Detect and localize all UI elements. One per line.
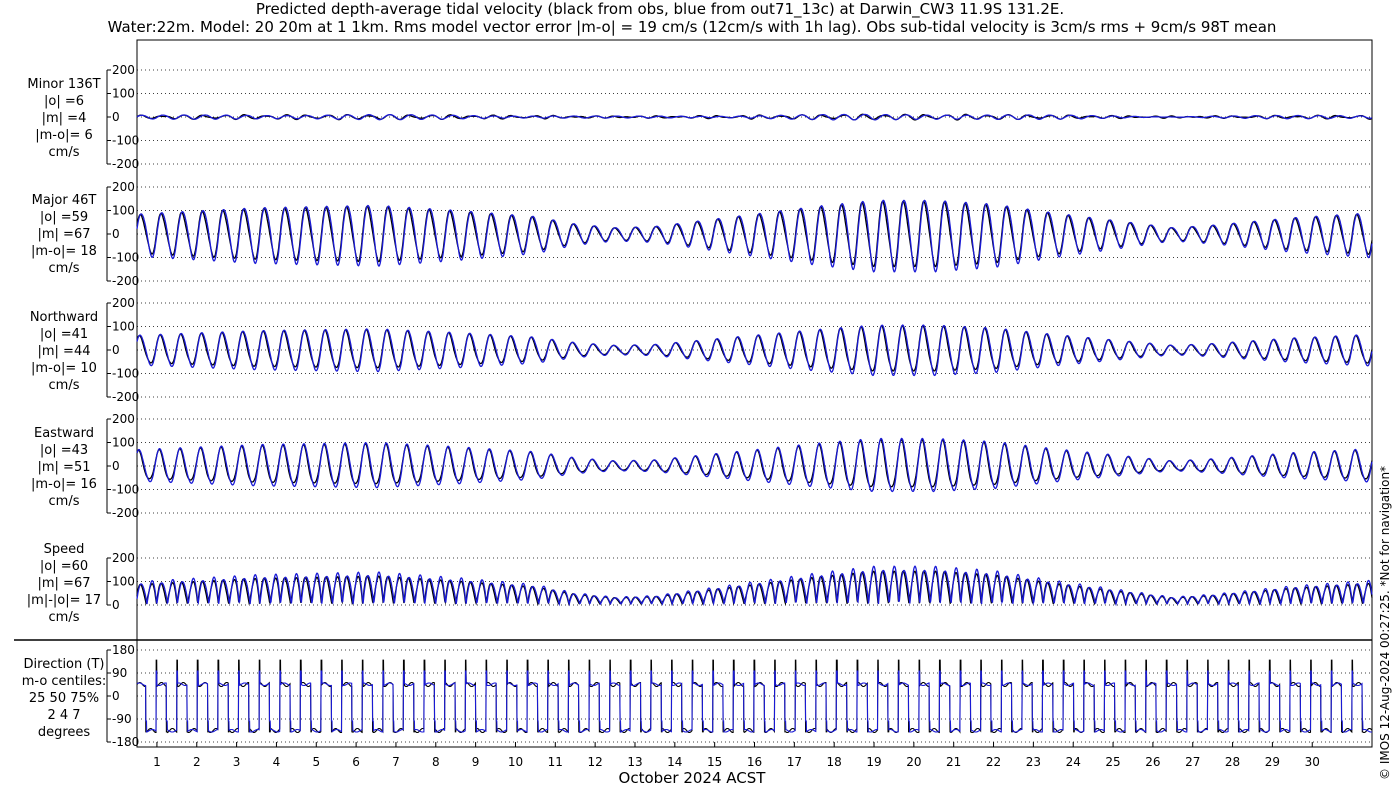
y-tick-label: -180	[112, 735, 139, 749]
x-tick-label: 23	[1026, 755, 1041, 769]
panel-2-label-line-5: cm/s	[49, 261, 80, 276]
model-series-line	[136, 324, 1373, 377]
panel-4-label-line-4: |m-o|= 16	[31, 477, 97, 492]
y-tick-label: 0	[112, 343, 120, 357]
y-tick-label: 200	[112, 412, 135, 426]
y-tick-label: -100	[112, 483, 139, 497]
y-tick-label: 100	[112, 204, 135, 218]
y-tick-label: 100	[112, 436, 135, 450]
y-tick-label: 200	[112, 296, 135, 310]
x-tick-label: 1	[153, 755, 161, 769]
y-tick-label: -200	[112, 390, 139, 404]
y-tick-label: -200	[112, 274, 139, 288]
panel-2-label-line-4: |m-o|= 18	[31, 244, 97, 259]
x-tick-label: 20	[906, 755, 921, 769]
x-tick-label: 11	[548, 755, 563, 769]
y-tick-label: 180	[112, 643, 135, 657]
y-tick-label: 0	[112, 110, 120, 124]
y-tick-label: 200	[112, 551, 135, 565]
panel-1-label-line-4: |m-o|= 6	[35, 128, 93, 143]
x-tick-label: 7	[392, 755, 400, 769]
model-speed-line	[136, 565, 1373, 607]
x-tick-label: 30	[1305, 755, 1320, 769]
x-tick-label: 10	[508, 755, 523, 769]
y-tick-label: -100	[112, 367, 139, 381]
panel-6-label-line-1: Direction (T)	[24, 657, 105, 672]
y-tick-label: -200	[112, 506, 139, 520]
x-tick-label: 28	[1225, 755, 1240, 769]
panel-6-label-line-2: m-o centiles:	[22, 674, 107, 689]
x-tick-label: 17	[787, 755, 802, 769]
panel-3-label-line-4: |m-o|= 10	[31, 361, 97, 376]
model-series-line	[136, 437, 1373, 493]
y-tick-label: 100	[112, 87, 135, 101]
panel-1-label-line-5: cm/s	[49, 145, 80, 160]
panel-6-label-line-3: 25 50 75%	[29, 691, 99, 706]
x-axis-label: October 2024 ACST	[619, 769, 767, 787]
y-tick-label: 0	[112, 598, 120, 612]
y-tick-label: 0	[112, 227, 120, 241]
panel-1-label-line-2: |o| =6	[44, 94, 84, 109]
x-tick-label: 15	[707, 755, 722, 769]
panel-3-label-line-2: |o| =41	[40, 327, 88, 342]
x-tick-label: 27	[1185, 755, 1200, 769]
y-tick-label: 100	[112, 575, 135, 589]
panel-5-label-line-1: Speed	[44, 542, 85, 557]
panel-1-label-line-3: |m| =4	[42, 111, 87, 126]
panel-1-label-line-1: Minor 136T	[27, 77, 100, 92]
x-tick-label: 2	[193, 755, 201, 769]
copyright-notice: © IMOS 12-Aug-2024 00:27:25. *Not for na…	[1378, 465, 1392, 780]
x-tick-label: 22	[986, 755, 1001, 769]
panel-2-label-line-2: |o| =59	[40, 210, 88, 225]
x-tick-label: 5	[312, 755, 320, 769]
x-tick-label: 6	[352, 755, 360, 769]
panel-5-label-line-3: |m| =67	[38, 576, 91, 591]
y-tick-label: -100	[112, 134, 139, 148]
panel-2-label-line-3: |m| =67	[38, 227, 91, 242]
y-tick-label: 0	[112, 459, 120, 473]
panel-5-label-line-5: cm/s	[49, 610, 80, 625]
model-series-line	[136, 113, 1373, 121]
x-tick-label: 12	[588, 755, 603, 769]
panel-6-label-line-4: 2 4 7	[47, 708, 80, 723]
panel-2-label-line-1: Major 46T	[32, 193, 97, 208]
x-tick-label: 25	[1105, 755, 1120, 769]
x-tick-label: 14	[667, 755, 682, 769]
x-tick-label: 29	[1265, 755, 1280, 769]
y-tick-label: -200	[112, 157, 139, 171]
panel-4-label-line-2: |o| =43	[40, 443, 88, 458]
panel-4-label-line-3: |m| =51	[38, 460, 91, 475]
x-tick-label: 13	[627, 755, 642, 769]
x-tick-label: 24	[1066, 755, 1081, 769]
panel-5-label-line-2: |o| =60	[40, 559, 88, 574]
x-tick-label: 3	[233, 755, 241, 769]
model-series-line	[136, 199, 1373, 273]
panel-4-label-line-1: Eastward	[34, 426, 94, 441]
y-tick-label: 0	[112, 689, 120, 703]
panel-3-label-line-3: |m| =44	[38, 344, 91, 359]
panel-3-label-line-5: cm/s	[49, 378, 80, 393]
y-tick-label: 200	[112, 63, 135, 77]
y-tick-label: -100	[112, 251, 139, 265]
tidal-velocity-chart: 1 2 3 4 5 6 7 8 9 10 11 12 13 14 15 16 17 18 19 20 21 22 23 24 2…	[14, 39, 1373, 787]
y-tick-label: 90	[112, 666, 127, 680]
panel-3-label-line-1: Northward	[30, 310, 98, 325]
x-tick-label: 19	[866, 755, 881, 769]
panel-5-label-line-4: |m|-|o|= 17	[27, 593, 101, 608]
y-tick-label: 100	[112, 320, 135, 334]
x-tick-label: 21	[946, 755, 961, 769]
panel-6-label-line-5: degrees	[38, 725, 91, 740]
panel-4-label-line-5: cm/s	[49, 494, 80, 509]
x-tick-label: 9	[472, 755, 480, 769]
y-tick-label: -90	[112, 712, 132, 726]
x-tick-label: 26	[1145, 755, 1160, 769]
model-direction-line	[136, 670, 1373, 733]
x-tick-label: 4	[273, 755, 281, 769]
x-tick-label: 8	[432, 755, 440, 769]
y-tick-label: 200	[112, 180, 135, 194]
x-tick-label: 18	[827, 755, 842, 769]
x-tick-label: 16	[747, 755, 762, 769]
plot-frame	[136, 39, 1373, 748]
